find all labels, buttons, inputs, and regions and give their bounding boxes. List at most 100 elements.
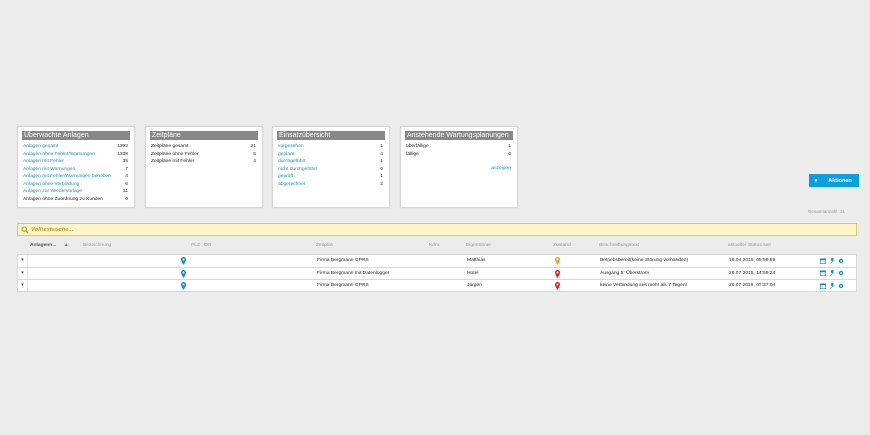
card-row-value: 1 [380, 174, 383, 179]
card-row-value: 4 [380, 151, 383, 157]
expand-row-button[interactable]: ▾ [18, 255, 28, 267]
cell-status-seit: 18.04.2015, 05:59:59 [729, 258, 776, 263]
calendar-icon[interactable] [819, 270, 827, 277]
table-row[interactable]: ▾ Firma Bergmann GPRS Jürgen keine Verbi… [17, 279, 857, 292]
card-row-label[interactable]: Anlagen mit Warnungen [23, 166, 75, 174]
card-row-value: 6 [125, 181, 128, 187]
col-anlagenr[interactable]: Anlagenn... ▲ [30, 243, 69, 248]
card-row-label[interactable]: Anlagen mit Fehler [23, 158, 64, 166]
card-row[interactable]: Anlagen ohne Fehler/Warnungen 1338 [18, 151, 134, 159]
map-pin-icon[interactable] [181, 282, 186, 290]
card-row[interactable]: vorgesehen 1 [273, 143, 389, 151]
col-zustand[interactable]: Zustand [553, 243, 571, 248]
wrench-icon[interactable] [829, 269, 835, 276]
anlagen-table: ▾ Firma Bergmann GPRS Matthias Betriebsb… [17, 254, 857, 292]
card-row-value: 5 [253, 151, 256, 157]
card-row-value: 1338 [117, 151, 128, 157]
card-row[interactable]: geprüft 1 [273, 173, 389, 181]
card-row-label[interactable]: geprüft [278, 173, 293, 181]
card-row-value: 0 [125, 196, 128, 202]
card-title: Anstehende Wartungsplanungen [405, 131, 513, 140]
cell-zeitplan: Firma Bergmann mit Datenlogger [317, 270, 390, 276]
card-title: Einsatzübersicht [277, 131, 385, 140]
card-row-label: Zeitpläne gesamt [151, 144, 189, 149]
card-row-value: 2 [380, 181, 383, 187]
card-row-label[interactable]: Anlagen ohne Fehler/Warnungen [23, 151, 95, 159]
cell-zeitplan: Firma Bergmann GPRS [317, 283, 369, 288]
card-row[interactable]: Anlagen mit Warnungen 7 [18, 166, 134, 174]
col-plz-ort[interactable]: PLZ , Ort [191, 243, 211, 248]
wrench-icon[interactable] [829, 282, 835, 289]
row-actions [819, 269, 844, 277]
card-einsatzuebersicht: Einsatzübersicht vorgesehen 1 geplant 4 durc… [272, 126, 390, 208]
card-row-value: 4 [253, 159, 256, 164]
card-row[interactable]: geplant 4 [273, 151, 389, 159]
wrench-icon[interactable] [829, 257, 835, 264]
card-row: fällige 0 [401, 151, 517, 159]
anzeigen-link[interactable]: anzeigen [491, 166, 511, 171]
col-zeitplan[interactable]: Zeitplan [316, 243, 333, 248]
cell-beschreibung: Ausgang 5: Überstrom [600, 270, 649, 276]
card-row: Zeitpläne ohne Fehler 5 [146, 151, 262, 159]
card-row-label[interactable]: Anlagen mit Fehler/Warnungen behoben [23, 173, 111, 181]
card-row: Anlagen ohne Zuordnung zu Kunden 0 [18, 196, 134, 204]
gear-icon[interactable] [838, 270, 844, 276]
col-bezeichnung[interactable]: Bezeichnung [83, 243, 111, 248]
card-row-label: Anlagen ohne Zuordnung zu Kunden [23, 196, 103, 202]
table-header: Anlagenn... ▲ Bezeichnung PLZ , Ort Zeit… [17, 241, 857, 252]
calendar-icon[interactable] [819, 282, 827, 289]
col-kdnr[interactable]: Kdnr. [429, 243, 440, 248]
calendar-icon[interactable] [819, 257, 827, 264]
gear-icon[interactable] [838, 258, 844, 264]
card-row-label: Zeitpläne ohne Fehler [151, 151, 199, 157]
card-row[interactable]: Anlagen mit Fehler/Warnungen behoben 4 [18, 173, 134, 181]
card-row-label[interactable]: nicht durchgeführt [278, 166, 317, 174]
card-row-label[interactable]: Anlagen ohne Verbindung [23, 181, 79, 189]
card-row[interactable]: Anlagen mit Fehler 35 [18, 158, 134, 166]
col-status-seit[interactable]: aktueller Status seit [728, 243, 771, 248]
card-row-label: Zeitpläne mit Fehler [151, 159, 195, 164]
card-wartungsplanungen: Anstehende Wartungsplanungen überfällige… [400, 126, 518, 208]
card-row-value: 1 [508, 144, 511, 149]
card-row[interactable]: Anlagen gesamt 1392 [18, 143, 134, 151]
card-row-label[interactable]: vorgesehen [278, 143, 304, 151]
aktionen-button[interactable]: ▾ Aktionen [809, 174, 859, 187]
card-row-label[interactable]: geplant [278, 151, 294, 159]
cell-eigentuemer: Matthias [467, 258, 486, 263]
cell-eigentuemer: Hotel [467, 270, 479, 276]
cell-zeitplan: Firma Bergmann GPRS [317, 258, 369, 263]
card-title: Überwachte Anlagen [22, 131, 130, 140]
expand-row-button[interactable]: ▾ [18, 267, 28, 279]
table-row[interactable]: ▾ Firma Bergmann GPRS Matthias Betriebsb… [17, 254, 857, 267]
card-row[interactable]: Anlagen ohne Verbindung 6 [18, 181, 134, 189]
map-pin-icon[interactable] [181, 257, 186, 265]
table-row[interactable]: ▾ Firma Bergmann mit Datenlogger Hotel A… [17, 266, 857, 279]
card-row: Zeitpläne gesamt 21 [146, 143, 262, 151]
search-placeholder: Volltextsuche... [31, 226, 74, 233]
card-row-value: 35 [122, 159, 128, 164]
cell-eigentuemer: Jürgen [467, 283, 482, 288]
card-row-label[interactable]: durchgeführt [278, 158, 305, 166]
search-input[interactable]: Volltextsuche... [17, 223, 857, 236]
card-row[interactable]: durchgeführt 1 [273, 158, 389, 166]
expand-row-button[interactable]: ▾ [18, 280, 28, 291]
card-row-value: 0 [508, 151, 511, 157]
card-row-value: 4 [125, 174, 128, 179]
search-icon [21, 225, 29, 234]
card-row-label[interactable]: abgerechnet [278, 181, 305, 189]
card-row: Zeitpläne mit Fehler 4 [146, 158, 262, 166]
card-row[interactable]: Anlagen zur Wiedervorlage 11 [18, 188, 134, 196]
card-title: Zeitpläne [150, 131, 258, 140]
card-row[interactable]: nicht durchgeführt 0 [273, 166, 389, 174]
col-beschreibung[interactable]: Beschreibungstext [599, 243, 639, 248]
col-eigentuemer[interactable]: Eigentümer [466, 243, 491, 248]
card-row-value: 1 [380, 159, 383, 164]
map-pin-icon[interactable] [181, 269, 186, 278]
gear-icon[interactable] [838, 283, 844, 289]
col-anlagenr-label: Anlagenn... [30, 243, 57, 248]
card-row-label[interactable]: Anlagen gesamt [23, 143, 58, 151]
card-row[interactable]: abgerechnet 2 [273, 181, 389, 189]
card-row-label[interactable]: Anlagen zur Wiedervorlage [23, 188, 82, 196]
card-row-value: 11 [122, 189, 128, 194]
chevron-down-icon: ▾ [21, 269, 24, 276]
